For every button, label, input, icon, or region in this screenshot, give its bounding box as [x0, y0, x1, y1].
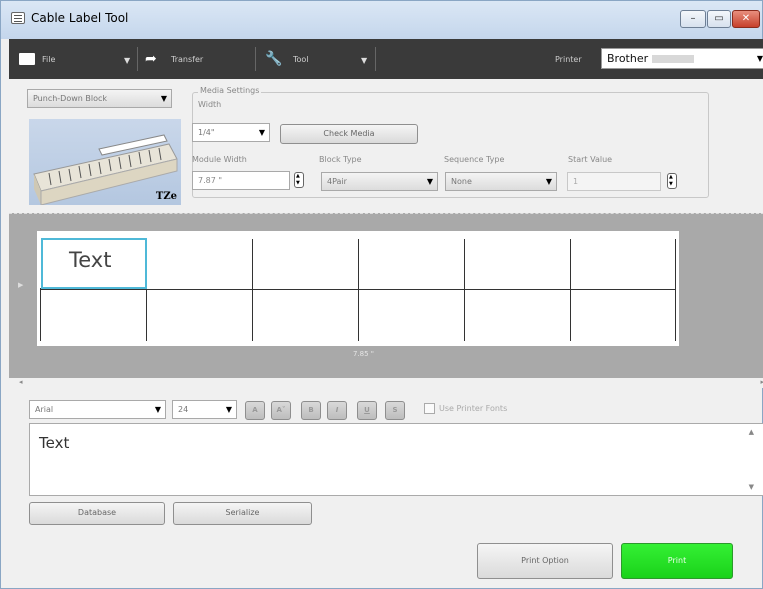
- media-settings-title: Media Settings: [198, 86, 262, 95]
- title-bar: Cable Label Tool – ▭ ✕: [1, 1, 762, 39]
- width-select[interactable]: 1/4" ▼: [192, 123, 270, 142]
- wrench-icon: 🔧: [265, 51, 283, 67]
- chevron-down-icon: ▼: [124, 56, 131, 65]
- start-value-spinner[interactable]: [667, 173, 677, 189]
- block-type-value: 4Pair: [327, 177, 347, 186]
- grid-col-divider: [675, 239, 676, 341]
- grid-col-divider: [358, 239, 359, 341]
- sequence-type-value: None: [451, 177, 472, 186]
- tool-label: Tool: [293, 55, 309, 64]
- scroll-down-icon[interactable]: ▼: [749, 483, 754, 491]
- sequence-type-label: Sequence Type: [444, 155, 505, 164]
- app-window: Cable Label Tool – ▭ ✕ File ▼ ➦ Transfer…: [0, 0, 763, 589]
- file-menu[interactable]: File ▼: [9, 39, 137, 79]
- application-select-value: Punch-Down Block: [33, 94, 108, 103]
- grid-col-divider: [252, 239, 253, 341]
- printer-value: Brother: [607, 52, 649, 65]
- minimize-button[interactable]: –: [680, 10, 706, 28]
- chevron-down-icon: ▼: [756, 54, 763, 63]
- grid-col-divider: [570, 239, 571, 341]
- grid-col-divider: [464, 239, 465, 341]
- window-title: Cable Label Tool: [31, 11, 129, 25]
- chevron-down-icon: ▼: [154, 405, 161, 414]
- block-type-select[interactable]: 4Pair ▼: [321, 172, 438, 191]
- module-width-value: 7.87 ": [198, 176, 223, 185]
- print-option-button[interactable]: Print Option: [477, 543, 613, 579]
- transfer-label: Transfer: [171, 55, 204, 64]
- settings-panel: Punch-Down Block ▼ TZe Media Settings Wi…: [9, 79, 763, 213]
- underline-icon[interactable]: U: [357, 401, 377, 420]
- application-select[interactable]: Punch-Down Block ▼: [27, 89, 172, 108]
- italic-icon[interactable]: I: [327, 401, 347, 420]
- selected-cell[interactable]: Text: [41, 238, 147, 289]
- print-button[interactable]: Print: [621, 543, 733, 579]
- module-width-input[interactable]: 7.87 ": [192, 171, 290, 190]
- database-button[interactable]: Database: [29, 502, 165, 525]
- module-width-label: Module Width: [192, 155, 247, 164]
- file-label: File: [42, 55, 56, 64]
- width-value: 1/4": [198, 128, 215, 137]
- font-smaller-icon[interactable]: Aˇ: [271, 401, 291, 420]
- chevron-down-icon: ▼: [225, 405, 232, 414]
- grid-col-divider: [146, 290, 147, 341]
- width-label: Width: [198, 100, 222, 109]
- chevron-down-icon: ▼: [361, 56, 368, 65]
- sequence-type-select[interactable]: None ▼: [445, 172, 557, 191]
- chevron-down-icon: ▼: [545, 177, 552, 186]
- font-value: Arial: [35, 405, 54, 414]
- font-size-select[interactable]: 24 ▼: [172, 400, 237, 419]
- cell-text: Text: [69, 248, 112, 272]
- side-ruler-mark: ▶: [18, 281, 24, 289]
- editor-text: Text: [39, 434, 70, 452]
- serialize-button[interactable]: Serialize: [173, 502, 312, 525]
- scroll-left-icon[interactable]: ◂: [19, 378, 23, 386]
- arrow-right-icon: ➦: [145, 51, 157, 67]
- tze-logo: TZe: [155, 191, 177, 202]
- grid-col-divider: [40, 288, 41, 341]
- app-icon: [11, 12, 25, 24]
- label-preview[interactable]: Text: [37, 231, 679, 346]
- outline-icon[interactable]: S: [385, 401, 405, 420]
- transfer-menu[interactable]: ➦ Transfer: [141, 39, 256, 79]
- font-size-value: 24: [178, 405, 189, 414]
- bold-icon[interactable]: B: [301, 401, 321, 420]
- punch-down-block-image: TZe: [29, 119, 181, 205]
- start-value-value: 1: [573, 177, 579, 186]
- use-printer-fonts-label: Use Printer Fonts: [439, 404, 508, 413]
- start-value-label: Start Value: [568, 155, 613, 164]
- scroll-up-icon[interactable]: ▲: [749, 428, 754, 436]
- font-larger-icon[interactable]: A: [245, 401, 265, 420]
- chevron-down-icon: ▼: [258, 128, 265, 137]
- file-icon: [19, 53, 35, 65]
- use-printer-fonts-checkbox[interactable]: [424, 403, 435, 414]
- main-toolbar: File ▼ ➦ Transfer 🔧 Tool ▼ Printer Broth…: [9, 39, 763, 79]
- font-select[interactable]: Arial ▼: [29, 400, 166, 419]
- label-length: 7.85 ": [353, 350, 375, 358]
- printer-select[interactable]: Brother ▼: [601, 48, 763, 69]
- tool-menu[interactable]: 🔧 Tool ▼: [259, 39, 374, 79]
- block-type-label: Block Type: [319, 155, 362, 164]
- close-button[interactable]: ✕: [732, 10, 760, 28]
- printer-model-redacted: [652, 55, 695, 63]
- chevron-down-icon: ▼: [160, 94, 167, 103]
- horizontal-scrollbar[interactable]: ◂ ▸: [9, 378, 763, 388]
- maximize-button[interactable]: ▭: [707, 10, 731, 28]
- check-media-button[interactable]: Check Media: [280, 124, 418, 144]
- chevron-down-icon: ▼: [426, 177, 433, 186]
- text-editor[interactable]: Text ▲ ▼: [29, 423, 763, 496]
- printer-label: Printer: [555, 55, 582, 64]
- start-value-input[interactable]: 1: [567, 172, 661, 191]
- module-width-spinner[interactable]: [294, 172, 304, 188]
